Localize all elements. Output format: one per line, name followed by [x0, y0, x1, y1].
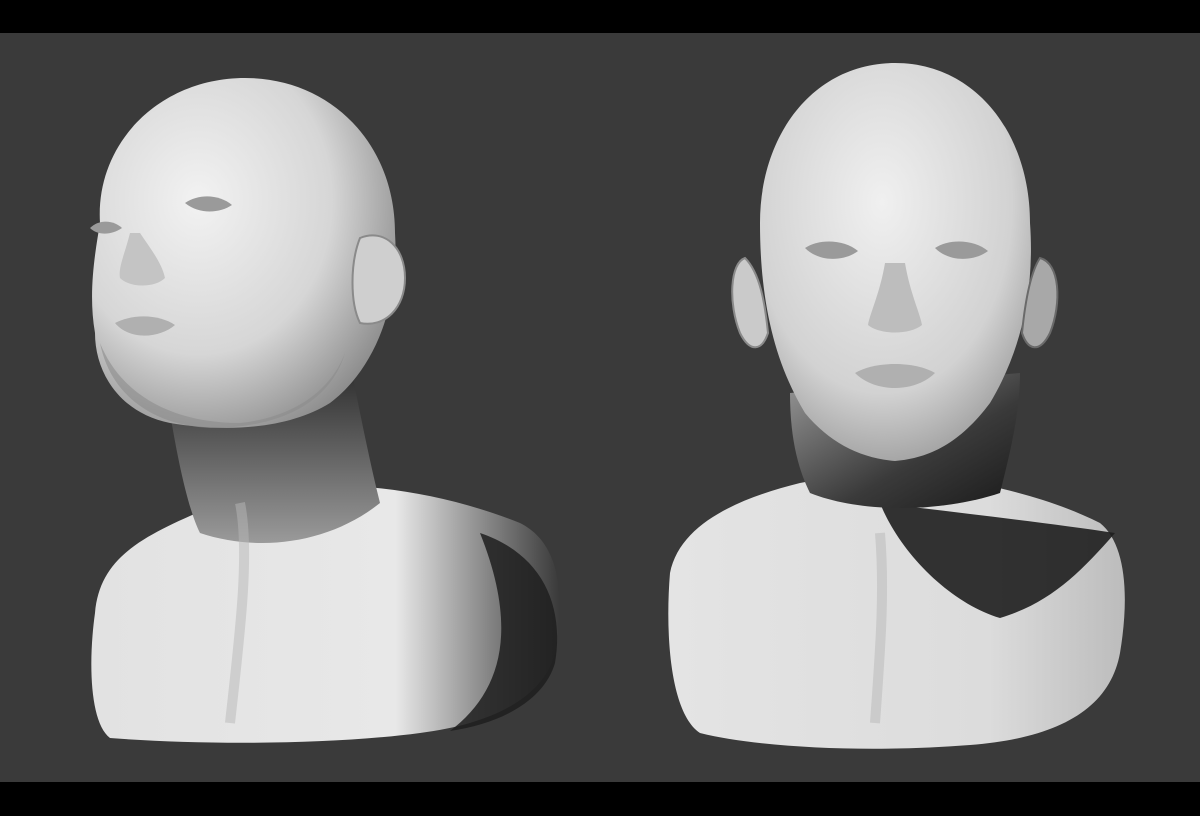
render-frame [0, 0, 1200, 816]
letterbox-bottom [0, 782, 1200, 816]
letterbox-top [0, 0, 1200, 33]
ear-left [351, 234, 407, 325]
sculpt-model-right [668, 63, 1125, 749]
sculpt-scene [90, 63, 1125, 749]
sculpt-model-left [90, 78, 560, 743]
head-right [760, 63, 1031, 461]
render-viewport [0, 33, 1200, 782]
